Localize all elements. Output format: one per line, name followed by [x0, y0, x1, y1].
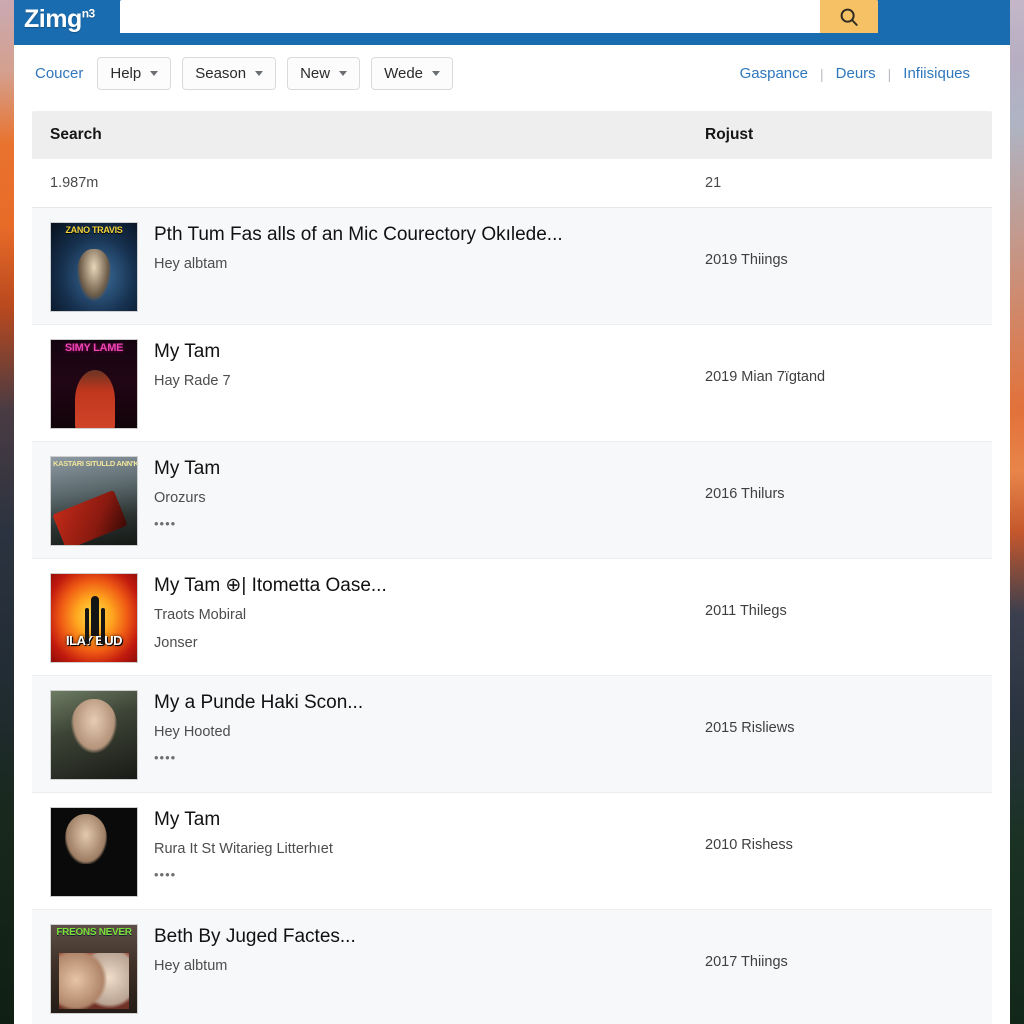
top-bar: Zimgn3 [14, 0, 1010, 45]
row-side-value: 2016 Thilurs [705, 486, 785, 502]
row-text-block: My Tam Orozurs •••• [154, 456, 705, 530]
poster-title-overlay: FREONS NEVER [56, 928, 132, 938]
nav-link-gaspance[interactable]: Gaspance [728, 65, 820, 82]
row-title[interactable]: My Tam [154, 340, 705, 364]
row-rating-dots: •••• [154, 515, 177, 531]
table-row[interactable]: ILAY BUD My Tam ⊕| Itometta Oase... Trao… [32, 559, 992, 676]
row-main-cell: ZANO TRAVIS Pth Tum Fas alls of an Mic C… [50, 222, 705, 312]
row-rating-dots: •••• [154, 749, 177, 765]
table-row[interactable]: ZANO TRAVIS Pth Tum Fas alls of an Mic C… [32, 208, 992, 325]
table-row[interactable]: My Tam Rura It St Witarieg Litterhıet ••… [32, 793, 992, 910]
column-header-search: Search [50, 126, 102, 143]
results-table: Search Rojust 1.987m 21 ZANO TRAVIS Pth … [32, 111, 992, 1024]
row-subtitle: Hey albtam [154, 255, 228, 272]
table-header-row: Search Rojust [32, 111, 992, 159]
table-row[interactable]: My a Punde Haki Scon... Hey Hooted •••• … [32, 676, 992, 793]
row-side-value: 2015 Risliews [705, 720, 795, 736]
nav-dropdown-wede[interactable]: Wede [371, 57, 454, 90]
poster-title-overlay: SIMY LAME [64, 343, 124, 354]
row-side-value: 2019 Mian 7ïgtand [705, 369, 826, 385]
poster-zano-travis-thumbnail[interactable]: ZANO TRAVIS [50, 222, 138, 312]
row-main-cell: FREONS NEVER Beth By Juged Factes... Hey… [50, 924, 705, 1014]
row-main-cell: My a Punde Haki Scon... Hey Hooted •••• [50, 690, 705, 780]
row-title[interactable]: My a Punde Haki Scon... [154, 691, 705, 715]
poster-ilay-bud-thumbnail[interactable]: ILAY BUD [50, 573, 138, 663]
row-text-block: My Tam ⊕| Itometta Oase... Traots Mobira… [154, 573, 705, 652]
column-header-rojust: Rojust [705, 126, 754, 143]
row-text-block: Pth Tum Fas alls of an Mic Courectory Ok… [154, 222, 705, 283]
poster-title-overlay: ILAY BUD [66, 633, 122, 648]
browser-window: Zimgn3 Coucer Help Season New Wede Gaspa… [14, 0, 1010, 1024]
row-title[interactable]: My Tam [154, 808, 705, 832]
poster-simy-lame-thumbnail[interactable]: SIMY LAME [50, 339, 138, 429]
summary-count: 1.987m [50, 175, 99, 191]
nav-right-group: Gaspance | Deurs | Infiisiques [728, 65, 982, 82]
nav-dropdown-season-label: Season [195, 65, 247, 82]
chevron-down-icon [150, 71, 159, 76]
chevron-down-icon [339, 71, 348, 76]
wallpaper-left-edge [0, 0, 14, 1024]
row-rating-dots: •••• [154, 866, 177, 882]
search-button[interactable] [820, 0, 878, 33]
site-logo-text: Zimgn3 [24, 4, 96, 33]
site-logo-main: Zimg [24, 4, 82, 33]
row-text-block: Beth By Juged Factes... Hey albtum [154, 924, 705, 985]
row-side-value: 2011 Thilegs [705, 603, 787, 619]
row-main-cell: KASTARI SITULLD ANN'K TALUES My Tam Oroz… [50, 456, 705, 546]
site-logo-sup: n3 [81, 6, 96, 21]
nav-link-coucer[interactable]: Coucer [32, 63, 86, 84]
row-title[interactable]: Beth By Juged Factes... [154, 925, 705, 949]
table-summary-row: 1.987m 21 [32, 159, 992, 208]
nav-link-infiisiques[interactable]: Infiisiques [891, 65, 982, 82]
row-title[interactable]: Pth Tum Fas alls of an Mic Courectory Ok… [154, 223, 705, 247]
row-text-block: My Tam Rura It St Witarieg Litterhıet ••… [154, 807, 705, 881]
chevron-down-icon [255, 71, 264, 76]
poster-guitar-thumbnail[interactable]: KASTARI SITULLD ANN'K TALUES [50, 456, 138, 546]
row-main-cell: ILAY BUD My Tam ⊕| Itometta Oase... Trao… [50, 573, 705, 663]
row-main-cell: My Tam Rura It St Witarieg Litterhıet ••… [50, 807, 705, 897]
nav-dropdown-help[interactable]: Help [97, 57, 172, 90]
nav-link-deurs[interactable]: Deurs [824, 65, 888, 82]
table-row[interactable]: SIMY LAME My Tam Hay Rade 7 2019 Mian 7ï… [32, 325, 992, 442]
nav-dropdown-help-label: Help [110, 65, 142, 82]
poster-title-overlay: KASTARI SITULLD ANN'K TALUES [53, 460, 137, 468]
row-side-value: 2017 Thiings [705, 954, 788, 970]
row-subtitle: Hey Hooted [154, 723, 231, 740]
chevron-down-icon [432, 71, 441, 76]
nav-dropdown-wede-label: Wede [384, 65, 424, 82]
row-main-cell: SIMY LAME My Tam Hay Rade 7 [50, 339, 705, 429]
row-side-value: 2019 Thiings [705, 252, 788, 268]
row-subtitle: Orozurs [154, 489, 206, 506]
nav-bar: Coucer Help Season New Wede Gaspance | D… [14, 45, 1010, 103]
row-text-block: My Tam Hay Rade 7 [154, 339, 705, 400]
poster-title-overlay: ZANO TRAVIS [65, 226, 123, 235]
table-row[interactable]: FREONS NEVER Beth By Juged Factes... Hey… [32, 910, 992, 1024]
table-row[interactable]: KASTARI SITULLD ANN'K TALUES My Tam Oroz… [32, 442, 992, 559]
row-title[interactable]: My Tam [154, 457, 705, 481]
site-logo[interactable]: Zimgn3 [14, 0, 120, 38]
row-side-value: 2010 Rishess [705, 837, 793, 853]
poster-man-suit-thumbnail[interactable] [50, 807, 138, 897]
row-subtitle: Hay Rade 7 [154, 372, 231, 389]
nav-dropdown-new-label: New [300, 65, 331, 82]
poster-two-women-thumbnail[interactable]: FREONS NEVER [50, 924, 138, 1014]
nav-dropdown-season[interactable]: Season [182, 57, 277, 90]
wallpaper-right-edge [1010, 0, 1024, 1024]
nav-dropdown-new[interactable]: New [287, 57, 361, 90]
summary-rojust: 21 [705, 175, 722, 191]
search-icon [838, 6, 860, 28]
row-subtitle: Hey albtum [154, 957, 228, 974]
row-subtitle: Rura It St Witarieg Litterhıet [154, 840, 333, 857]
search-input[interactable] [120, 0, 820, 33]
poster-woman-portrait-thumbnail[interactable] [50, 690, 138, 780]
row-extra-line: Jonser [154, 634, 198, 651]
row-title[interactable]: My Tam ⊕| Itometta Oase... [154, 574, 705, 598]
nav-left-group: Coucer Help Season New Wede [32, 57, 454, 90]
row-text-block: My a Punde Haki Scon... Hey Hooted •••• [154, 690, 705, 764]
search-bar [120, 0, 878, 33]
row-subtitle: Traots Mobiral [154, 606, 247, 623]
